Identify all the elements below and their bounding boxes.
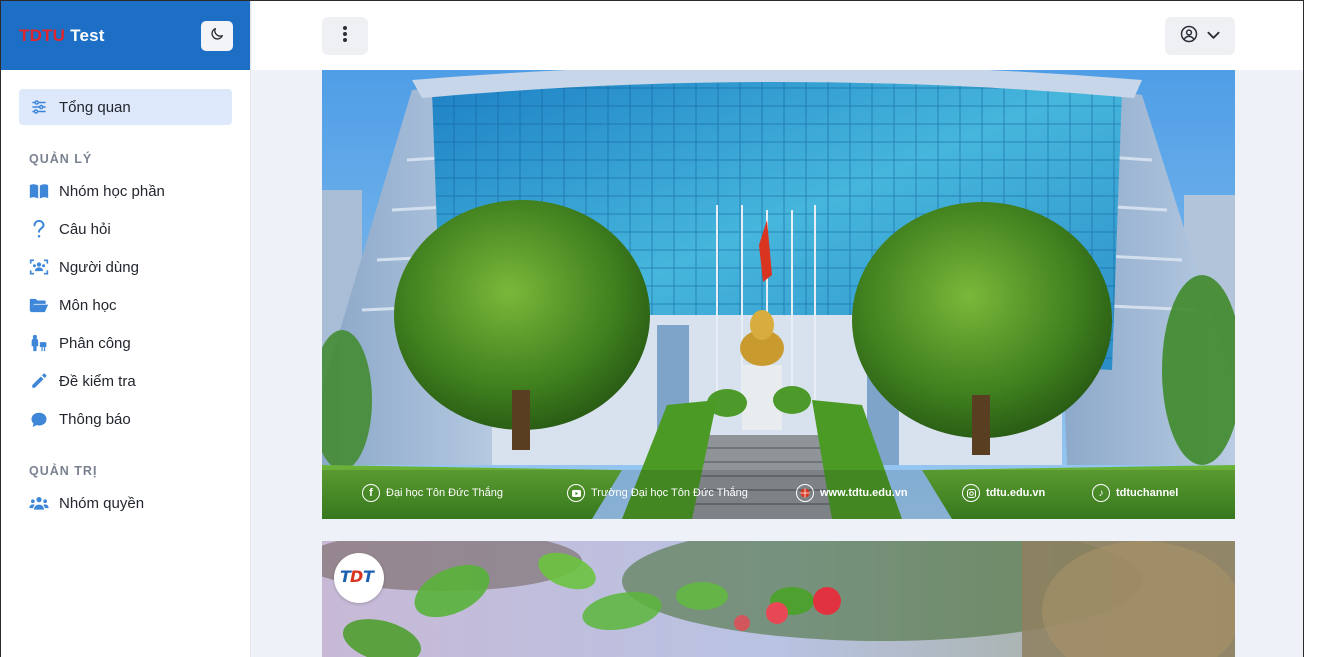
sidebar-item-label: Phân công: [59, 334, 131, 352]
globe-icon: [796, 484, 814, 502]
youtube-link: Trường Đại học Tôn Đức Thắng: [567, 484, 748, 502]
folder-open-icon: [29, 295, 49, 315]
brand-name-part1: TDTU: [19, 25, 66, 45]
facebook-link: f Đại học Tôn Đức Thắng: [362, 484, 503, 502]
sidebar-item-course-groups[interactable]: Nhóm học phần: [19, 173, 232, 209]
sidebar-item-permission-groups[interactable]: Nhóm quyền: [19, 485, 232, 521]
sidebar-item-label: Môn học: [59, 296, 117, 314]
dark-mode-toggle-button[interactable]: [201, 21, 233, 51]
section-title-administration: QUẢN TRỊ: [29, 464, 98, 478]
pencil-icon: [29, 371, 49, 391]
app-window: TDTU Test Tổng quan QUẢN LÝ Nhóm học phầ…: [0, 0, 1304, 657]
assign-icon: [29, 333, 49, 353]
svg-text:D: D: [350, 567, 363, 586]
sidebar-nav: Tổng quan QUẢN LÝ Nhóm học phần Câu hỏi: [1, 70, 250, 521]
book-open-icon: [29, 181, 49, 201]
tdt-logo-icon: TDT: [339, 564, 379, 593]
sliders-icon: [29, 97, 49, 117]
campus-banner-image: f Đại học Tôn Đức Thắng Trường Đại học T…: [322, 70, 1235, 519]
sidebar-item-notifications[interactable]: Thông báo: [19, 401, 232, 437]
tiktok-link: ♪ tdtuchannel: [1092, 484, 1178, 502]
sidebar-item-label: Câu hỏi: [59, 220, 111, 238]
sidebar-item-users[interactable]: Người dùng: [19, 249, 232, 285]
sidebar-item-overview[interactable]: Tổng quan: [19, 89, 232, 125]
svg-text:T: T: [363, 567, 375, 586]
youtube-icon: [567, 484, 585, 502]
sidebar-item-questions[interactable]: Câu hỏi: [19, 211, 232, 247]
sidebar-item-label: Nhóm quyền: [59, 494, 145, 512]
sidebar-item-label: Thông báo: [59, 410, 131, 428]
window-edge: [1304, 0, 1317, 657]
instagram-icon: [962, 484, 980, 502]
tiktok-icon: ♪: [1092, 484, 1110, 502]
banner-footer-links: f Đại học Tôn Đức Thắng Trường Đại học T…: [322, 481, 1235, 505]
chat-icon: [29, 409, 49, 429]
brand-name-part2: Test: [70, 25, 105, 45]
question-icon: [29, 219, 49, 239]
instagram-link: tdtu.edu.vn: [962, 484, 1045, 502]
nature-banner-image: TDT: [322, 541, 1235, 657]
sidebar-item-assignment[interactable]: Phân công: [19, 325, 232, 361]
chevron-down-icon: [1207, 27, 1220, 45]
facebook-icon: f: [362, 484, 380, 502]
website-link: www.tdtu.edu.vn: [796, 484, 908, 502]
sidebar-item-label: Đề kiểm tra: [59, 372, 136, 390]
top-header: [252, 1, 1303, 70]
sidebar-item-subjects[interactable]: Môn học: [19, 287, 232, 323]
user-circle-icon: [1180, 25, 1198, 48]
more-options-button[interactable]: [322, 17, 368, 55]
moon-icon: [209, 26, 225, 47]
sidebar: TDTU Test Tổng quan QUẢN LÝ Nhóm học phầ…: [1, 1, 251, 657]
vertical-dots-icon: [342, 25, 348, 48]
user-group-icon: [29, 493, 49, 513]
sidebar-item-label: Người dùng: [59, 258, 139, 276]
section-title-management: QUẢN LÝ: [29, 152, 93, 166]
sidebar-item-label: Tổng quan: [59, 98, 131, 116]
sidebar-item-exams[interactable]: Đề kiểm tra: [19, 363, 232, 399]
brand-header: TDTU Test: [1, 1, 250, 70]
main-content: f Đại học Tôn Đức Thắng Trường Đại học T…: [252, 70, 1303, 657]
tdt-logo-badge: TDT: [334, 553, 384, 603]
sidebar-item-label: Nhóm học phần: [59, 182, 165, 200]
user-menu-button[interactable]: [1165, 17, 1235, 55]
brand-logo[interactable]: TDTU Test: [19, 26, 105, 46]
users-scan-icon: [29, 257, 49, 277]
